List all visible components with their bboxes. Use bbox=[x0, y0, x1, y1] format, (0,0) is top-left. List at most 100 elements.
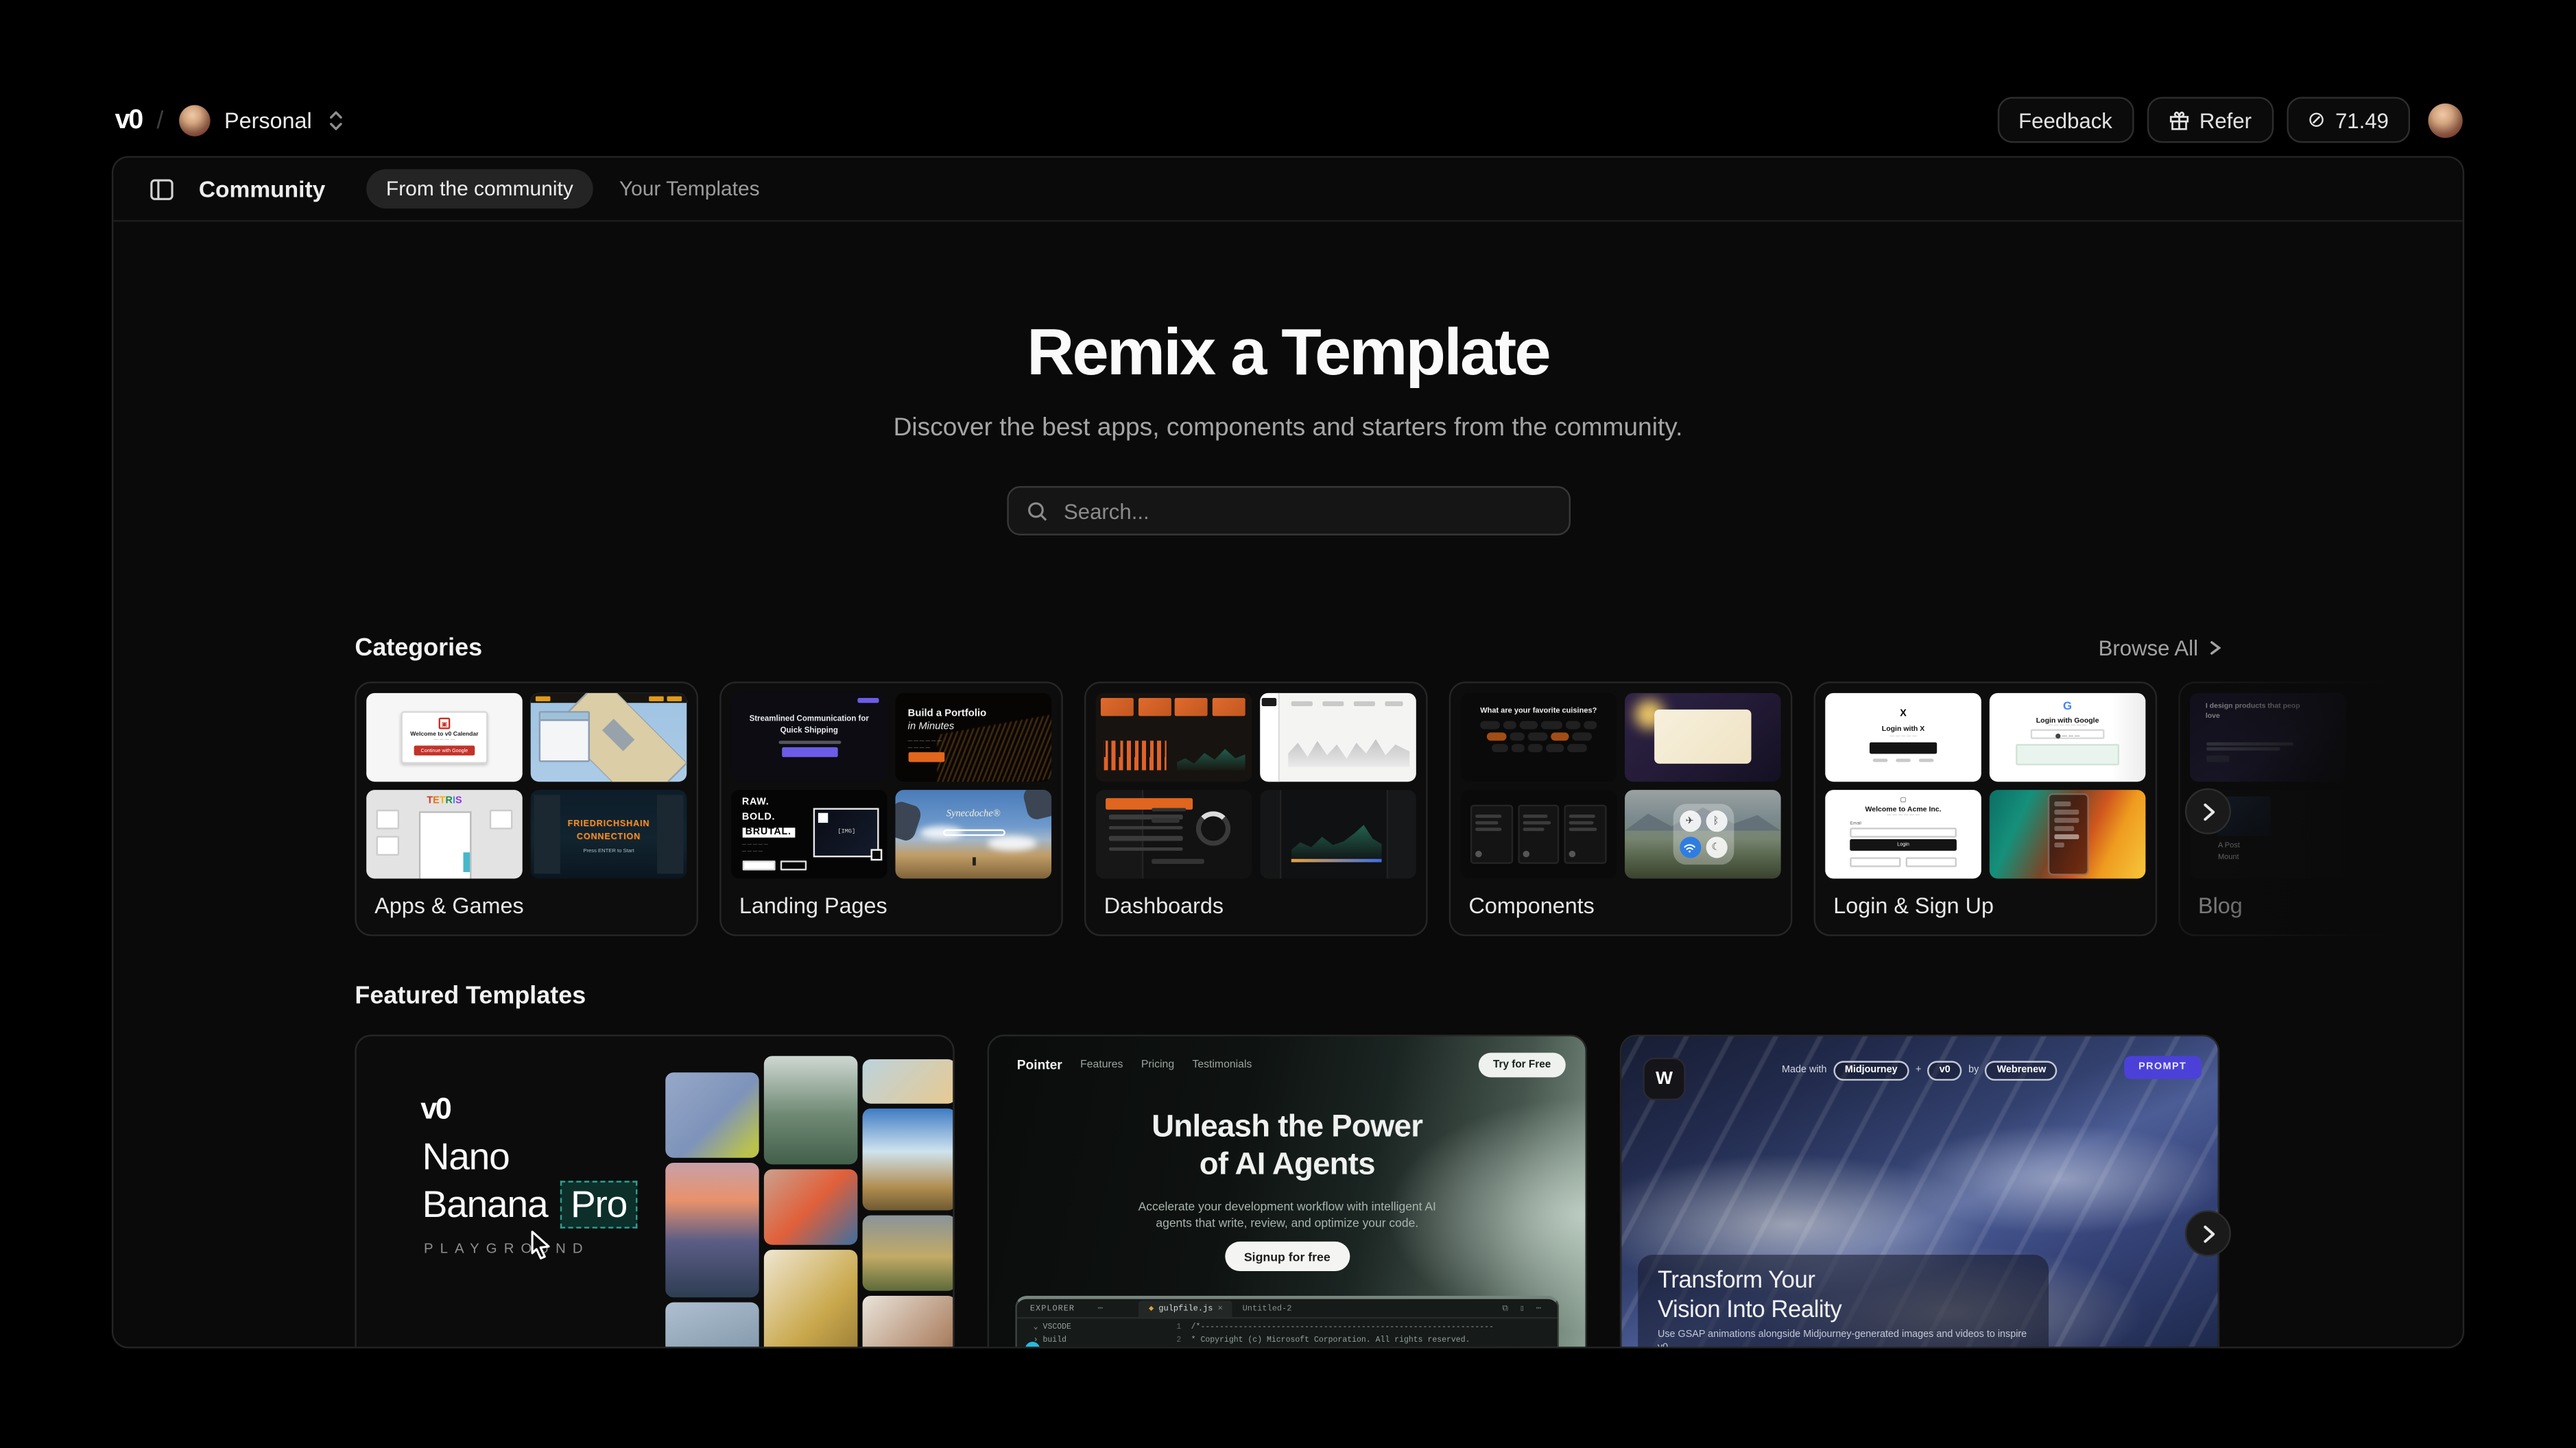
breadcrumb-separator: / bbox=[156, 106, 163, 134]
community-header-bar: Community From the community Your Templa… bbox=[113, 158, 2462, 221]
categories-header: Categories Browse All bbox=[355, 634, 2223, 662]
webrenew-logo: W bbox=[1643, 1058, 1685, 1100]
sidebar-toggle-icon[interactable] bbox=[150, 177, 174, 202]
category-label: Login & Sign Up bbox=[1833, 893, 2145, 918]
thumb-isometric-game bbox=[531, 693, 687, 782]
calendar-google-button: Continue with Google bbox=[414, 745, 476, 755]
category-card-dashboards[interactable]: Dashboards bbox=[1084, 681, 1428, 936]
pointer-nav-features: Features bbox=[1080, 1059, 1123, 1071]
v0-logo-icon: v0 bbox=[420, 1092, 450, 1126]
pointer-brand: Pointer bbox=[1017, 1058, 1062, 1073]
moon-icon: ☾ bbox=[1705, 836, 1726, 858]
webrenew-hero-overlay: Transform Your Vision Into Reality Use G… bbox=[1638, 1255, 2049, 1349]
category-label: Apps & Games bbox=[374, 893, 687, 918]
chevron-right-icon bbox=[2199, 802, 2217, 820]
pointer-subtitle-line1: Accelerate your development workflow wit… bbox=[989, 1199, 1586, 1216]
featured-card-pointer[interactable]: Pointer Features Pricing Testimonials Tr… bbox=[988, 1035, 1587, 1349]
thumb-acme-login: ▢ Welcome to Acme Inc. — — — — — — Email… bbox=[1825, 790, 1981, 878]
airplane-icon: ✈ bbox=[1679, 810, 1700, 832]
nano-photo-grid bbox=[665, 1036, 953, 1348]
nano-tagline: PLAYGROUND bbox=[424, 1240, 590, 1257]
thumb-overview-dashboard bbox=[1260, 790, 1416, 878]
category-card-apps-games[interactable]: ▣ Welcome to v0 Calendar — — — — Continu… bbox=[355, 681, 698, 936]
refer-button[interactable]: Refer bbox=[2147, 97, 2273, 143]
prompt-button: PROMPT bbox=[2124, 1056, 2202, 1079]
editor-tab-gulpfile: ◆gulpfile.js× bbox=[1139, 1300, 1233, 1316]
webrenew-pill: Webrenew bbox=[1985, 1061, 2058, 1081]
featured-card-nano-banana[interactable]: v0 Nano Banana Pro PLAYGROUND bbox=[355, 1035, 954, 1349]
category-card-login-signup[interactable]: X Login with X — — — — — G Login with Go… bbox=[1814, 681, 2158, 936]
thumb-saas-landing: Streamlined Communication for Quick Ship… bbox=[731, 693, 887, 782]
hero-subtitle: Discover the best apps, components and s… bbox=[113, 414, 2462, 444]
pointer-signup-button: Signup for free bbox=[1224, 1242, 1350, 1271]
thumb-energy-dashboard bbox=[1096, 693, 1252, 782]
user-avatar[interactable] bbox=[2428, 103, 2462, 137]
page-title: Community bbox=[199, 176, 325, 202]
thumb-cuisine-picker: What are your favorite cuisines? bbox=[1461, 693, 1617, 782]
search-input[interactable] bbox=[1060, 497, 1550, 525]
pointer-code-editor: EXPLORER ⋯ ◆gulpfile.js× Untitled-2 ⧉ ▯ … bbox=[1015, 1296, 1559, 1349]
search-box[interactable] bbox=[1006, 486, 1570, 535]
featured-heading: Featured Templates bbox=[355, 982, 586, 1010]
thumb-friedrichshain-game: FRIEDRICHSHAIN CONNECTION Press ENTER to… bbox=[531, 790, 687, 878]
thumb-tetris-game: TETRIS bbox=[366, 790, 523, 878]
credits-value: 71.49 bbox=[2335, 108, 2389, 132]
pointer-nav-pricing: Pricing bbox=[1141, 1059, 1174, 1071]
nano-title-line1: Nano bbox=[422, 1135, 510, 1179]
tab-from-the-community[interactable]: From the community bbox=[366, 169, 593, 208]
calendar-logo-icon: ▣ bbox=[439, 717, 451, 729]
thumb-admin-dashboard bbox=[1096, 790, 1252, 878]
pointer-subtitle-line2: agents that write, review, and optimize … bbox=[989, 1216, 1586, 1232]
browse-all-label: Browse All bbox=[2099, 636, 2198, 660]
refer-label: Refer bbox=[2199, 108, 2252, 132]
workspace-avatar[interactable] bbox=[178, 104, 210, 136]
editor-tab-untitled: Untitled-2 bbox=[1243, 1303, 1292, 1313]
nano-title-line2: Banana bbox=[422, 1183, 548, 1227]
featured-card-webrenew[interactable]: W Made with Midjourney + v0 by Webrenew … bbox=[1620, 1035, 2219, 1349]
midjourney-pill: Midjourney bbox=[1833, 1061, 1909, 1081]
category-label: Dashboards bbox=[1104, 893, 1416, 918]
chevron-right-icon bbox=[2199, 1224, 2217, 1242]
webrenew-title-line2: Vision Into Reality bbox=[1658, 1296, 2029, 1325]
thumb-mobile-signup bbox=[1990, 790, 2146, 878]
thumb-portfolio-landing: Build a Portfolio in Minutes — — — — — —… bbox=[895, 693, 1051, 782]
workspace-name[interactable]: Personal bbox=[224, 108, 312, 132]
tab-your-templates[interactable]: Your Templates bbox=[619, 178, 760, 201]
v0-pill: v0 bbox=[1928, 1061, 1962, 1081]
webrenew-subtitle-line1: Use GSAP animations alongside Midjourney… bbox=[1658, 1330, 2029, 1348]
thumb-brutalist-landing: RAW. BOLD. BRUTAL. — — — — —— — — — [IMG… bbox=[731, 790, 887, 878]
nano-pro-highlight: Pro bbox=[561, 1181, 637, 1228]
categories-next-button[interactable] bbox=[2185, 788, 2231, 834]
category-label: Components bbox=[1468, 893, 1780, 918]
featured-next-button[interactable] bbox=[2185, 1210, 2231, 1256]
thumb-calendar-app: ▣ Welcome to v0 Calendar — — — — Continu… bbox=[366, 693, 523, 782]
thumb-testimonials bbox=[1461, 790, 1617, 878]
categories-heading: Categories bbox=[355, 634, 482, 662]
category-card-components[interactable]: What are your favorite cuisines? bbox=[1449, 681, 1793, 936]
workspace-switcher-icon[interactable] bbox=[329, 109, 344, 130]
category-label: Landing Pages bbox=[739, 893, 1051, 918]
feedback-label: Feedback bbox=[2018, 108, 2112, 132]
browse-all-link[interactable]: Browse All bbox=[2099, 636, 2223, 660]
thumb-login-google: G Login with Google — — — — — — — ⬤ — — … bbox=[1990, 693, 2146, 782]
credits-button[interactable]: ⊘ 71.49 bbox=[2286, 97, 2410, 143]
featured-header: Featured Templates bbox=[355, 982, 586, 1011]
topbar-right: Feedback Refer ⊘ 71.49 bbox=[1997, 97, 2463, 143]
pointer-nav-testimonials: Testimonials bbox=[1192, 1059, 1252, 1071]
wifi-icon bbox=[1679, 836, 1700, 858]
category-card-landing-pages[interactable]: Streamlined Communication for Quick Ship… bbox=[719, 681, 1063, 936]
thumb-analytics-dashboard bbox=[1260, 693, 1416, 782]
cursor-icon bbox=[526, 1230, 554, 1259]
thumb-login-x: X Login with X — — — — — bbox=[1825, 693, 1981, 782]
community-panel: Community From the community Your Templa… bbox=[112, 156, 2464, 1349]
hero: Remix a Template Discover the best apps,… bbox=[113, 317, 2462, 535]
categories-carousel: ▣ Welcome to v0 Calendar — — — — Continu… bbox=[355, 681, 2464, 936]
v0-logo-icon[interactable]: v0 bbox=[115, 104, 142, 136]
pointer-title-line1: Unleash the Power bbox=[989, 1109, 1586, 1146]
search-icon bbox=[1026, 500, 1047, 521]
made-with-label: Made with bbox=[1782, 1066, 1827, 1076]
v0-community-page: v0 / Personal Feedback Refer ⊘ 71.49 bbox=[0, 0, 2576, 1448]
feedback-button[interactable]: Feedback bbox=[1997, 97, 2134, 143]
gift-icon bbox=[2168, 109, 2189, 130]
calendar-title: Welcome to v0 Calendar bbox=[403, 730, 487, 737]
